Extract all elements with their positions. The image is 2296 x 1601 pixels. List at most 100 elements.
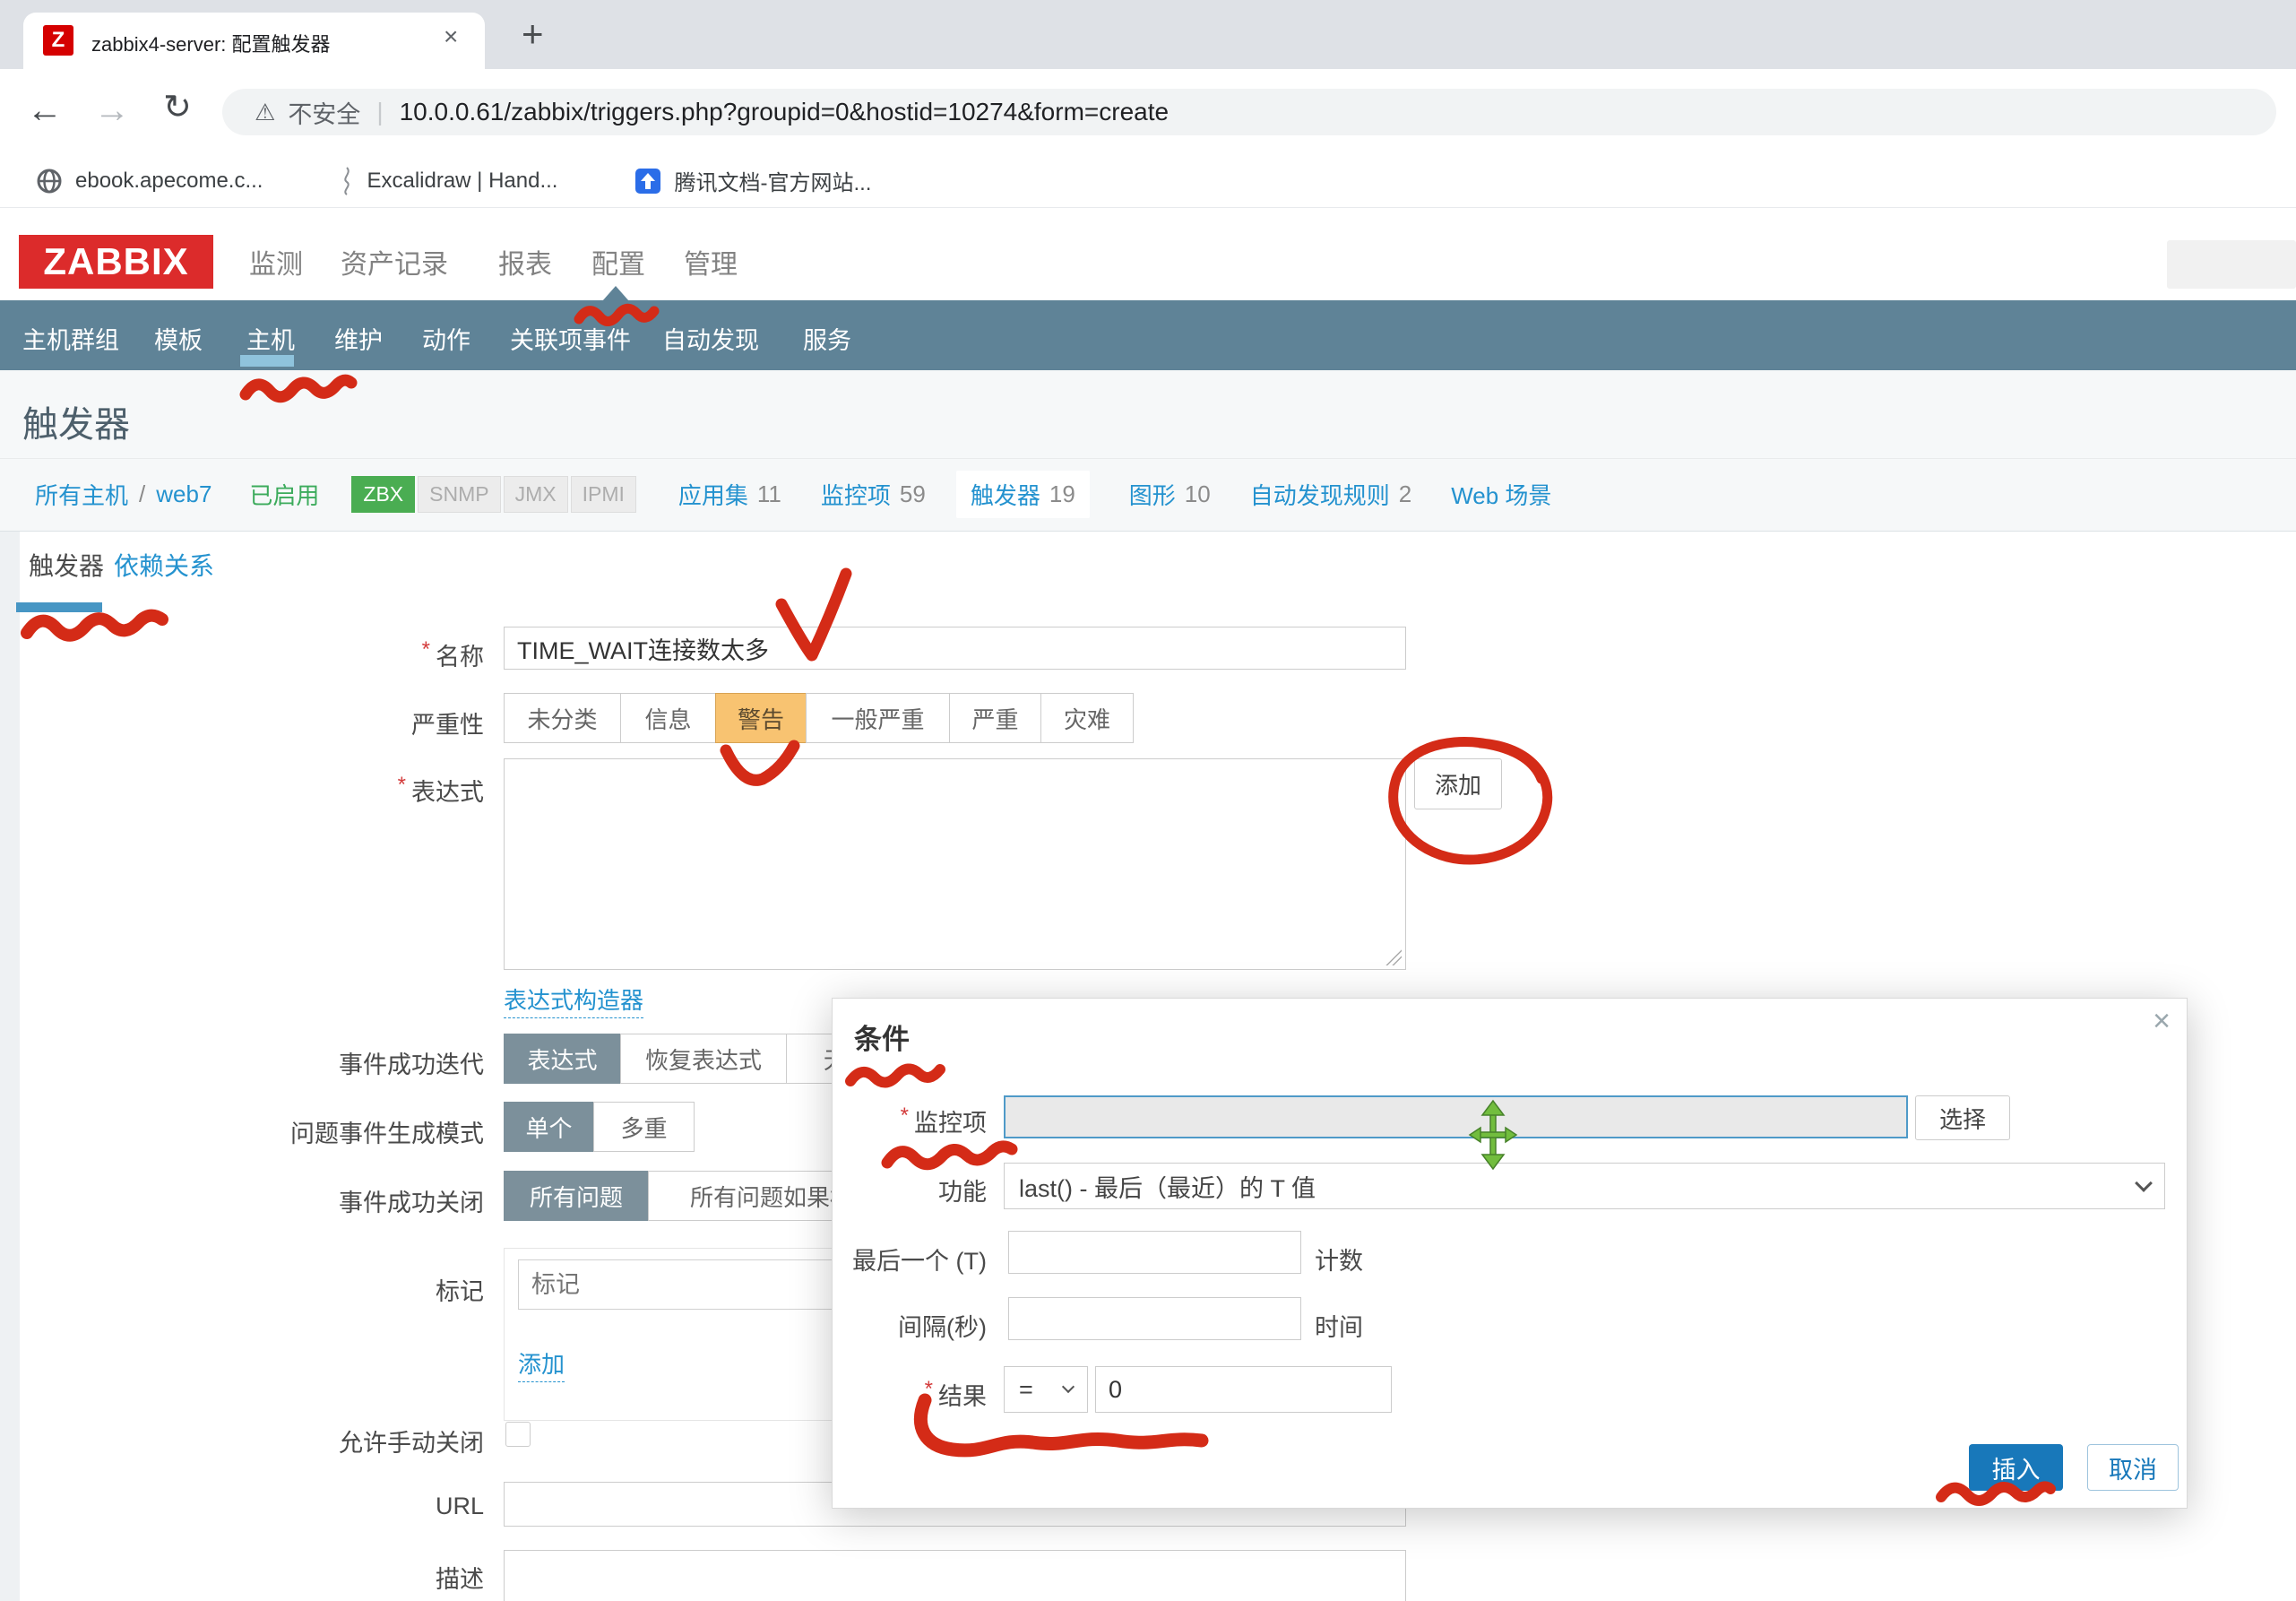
insert-button[interactable]: 插入 — [1969, 1444, 2063, 1491]
problem-mode-label: 问题事件生成模式 — [18, 1114, 484, 1149]
counter-triggers[interactable]: 触发器19 — [956, 471, 1090, 518]
severity-warning[interactable]: 警告 — [715, 693, 807, 743]
function-select[interactable]: last() - 最后（最近）的 T 值 — [1004, 1163, 2165, 1209]
chevron-down-icon — [2135, 1174, 2153, 1192]
left-gutter — [0, 532, 20, 1601]
tag-name-input[interactable] — [518, 1259, 850, 1310]
cancel-button[interactable]: 取消 — [2087, 1444, 2179, 1491]
time-suffix: 时间 — [1315, 1308, 1363, 1343]
subnav-hosts[interactable]: 主机 — [246, 321, 295, 356]
active-tab-underline — [16, 602, 102, 612]
tab-dependencies[interactable]: 依赖关系 — [114, 547, 214, 583]
bookmarks-bar: ebook.apecome.c... Excalidraw | Hand... … — [0, 154, 2296, 208]
url-divider: | — [376, 98, 383, 126]
subnav-discovery[interactable]: 自动发现 — [662, 321, 759, 356]
badge-jmx: JMX — [504, 476, 568, 513]
globe-icon — [36, 168, 63, 195]
result-operator-select[interactable]: = — [1004, 1366, 1088, 1413]
subnav-active-indicator — [240, 355, 294, 367]
excalidraw-icon — [340, 166, 354, 196]
severity-disaster[interactable]: 灾难 — [1040, 693, 1134, 743]
back-icon[interactable]: ← — [27, 92, 63, 128]
problem-mode-group: 单个 多重 — [504, 1102, 695, 1152]
nav-reports[interactable]: 报表 — [498, 235, 552, 289]
severity-high[interactable]: 严重 — [949, 693, 1041, 743]
bookmark-tencent-docs[interactable]: 腾讯文档-官方网站... — [634, 165, 871, 196]
not-secure-label[interactable]: 不安全 — [288, 95, 360, 130]
subnav-host-groups[interactable]: 主机群组 — [22, 321, 119, 356]
nav-monitoring[interactable]: 监测 — [249, 235, 303, 289]
subnav-event-correlation[interactable]: 关联项事件 — [510, 321, 631, 356]
trigger-name-input[interactable] — [504, 627, 1406, 670]
screen: Z zabbix4-server: 配置触发器 × + ← → ↻ ⚠ 不安全 … — [0, 0, 2296, 1601]
nav-inventory[interactable]: 资产记录 — [341, 235, 448, 289]
problem-mode-single[interactable]: 单个 — [504, 1102, 594, 1152]
nav-configuration[interactable]: 配置 — [591, 235, 645, 289]
tencent-docs-icon — [634, 168, 661, 195]
not-secure-warning-icon: ⚠ — [255, 99, 275, 126]
ok-event-expression[interactable]: 表达式 — [504, 1034, 621, 1084]
expression-label: *表达式 — [18, 773, 484, 808]
ok-event-recovery-expression[interactable]: 恢复表达式 — [620, 1034, 787, 1084]
expression-add-button[interactable]: 添加 — [1414, 758, 1502, 809]
header-search-box[interactable] — [2167, 240, 2296, 289]
bookmark-excalidraw[interactable]: Excalidraw | Hand... — [340, 166, 557, 196]
nav-administration[interactable]: 管理 — [684, 235, 738, 289]
severity-information[interactable]: 信息 — [620, 693, 716, 743]
badge-ipmi: IPMI — [571, 476, 636, 513]
manual-close-checkbox[interactable] — [505, 1422, 531, 1447]
zabbix-favicon-icon: Z — [43, 25, 73, 56]
expression-constructor-link[interactable]: 表达式构造器 — [504, 982, 643, 1018]
dialog-close-icon[interactable]: × — [2153, 1004, 2171, 1039]
textarea-resize-handle[interactable] — [1385, 949, 1402, 965]
interval-input[interactable] — [1008, 1297, 1301, 1340]
url-text[interactable]: 10.0.0.61/zabbix/triggers.php?groupid=0&… — [400, 98, 1169, 126]
tags-add-link[interactable]: 添加 — [518, 1346, 565, 1382]
severity-not-classified[interactable]: 未分类 — [504, 693, 621, 743]
tab-title: zabbix4-server: 配置触发器 — [91, 29, 423, 57]
counter-applications[interactable]: 应用集11 — [678, 478, 781, 511]
ok-close-label: 事件成功关闭 — [18, 1183, 484, 1218]
subnav-maintenance[interactable]: 维护 — [334, 321, 383, 356]
tab-trigger[interactable]: 触发器 — [29, 547, 104, 583]
zabbix-logo[interactable]: ZABBIX — [19, 235, 213, 289]
item-select-button[interactable]: 选择 — [1915, 1095, 2010, 1140]
severity-label: 严重性 — [18, 705, 484, 740]
counter-discovery-rules[interactable]: 自动发现规则2 — [1250, 478, 1411, 511]
subnav-templates[interactable]: 模板 — [154, 321, 203, 356]
last-of-label: 最后一个 (T) — [833, 1242, 987, 1276]
result-label: *结果 — [833, 1377, 987, 1412]
description-textarea[interactable] — [504, 1550, 1406, 1601]
address-bar[interactable]: ⚠ 不安全 | 10.0.0.61/zabbix/triggers.php?gr… — [222, 89, 2276, 135]
severity-average[interactable]: 一般严重 — [806, 693, 950, 743]
breadcrumb-host[interactable]: web7 — [156, 480, 211, 508]
reload-icon[interactable]: ↻ — [163, 91, 192, 125]
last-of-input[interactable] — [1008, 1231, 1301, 1274]
dialog-title: 条件 — [854, 1017, 910, 1057]
subnav-services[interactable]: 服务 — [803, 321, 851, 356]
condition-dialog: 条件 × *监控项 选择 功能 last() - 最后（最近）的 T 值 最后一… — [832, 998, 2188, 1509]
ok-close-all-problems[interactable]: 所有问题 — [504, 1171, 649, 1221]
item-input[interactable] — [1004, 1095, 1908, 1138]
problem-mode-multiple[interactable]: 多重 — [593, 1102, 695, 1152]
badge-snmp: SNMP — [418, 476, 500, 513]
result-value-input[interactable] — [1095, 1366, 1392, 1413]
breadcrumb-separator: / — [139, 480, 145, 508]
host-status-enabled[interactable]: 已启用 — [249, 478, 319, 511]
counter-items[interactable]: 监控项59 — [821, 478, 926, 511]
new-tab-button[interactable]: + — [522, 15, 544, 53]
url-label: URL — [18, 1493, 484, 1520]
bookmark-ebook[interactable]: ebook.apecome.c... — [36, 168, 263, 195]
interval-label: 间隔(秒) — [833, 1308, 987, 1343]
function-label: 功能 — [833, 1173, 987, 1207]
counter-graphs[interactable]: 图形10 — [1129, 478, 1211, 511]
counter-web-scenarios[interactable]: Web 场景 — [1451, 478, 1560, 511]
active-nav-notch — [602, 286, 629, 301]
ok-event-label: 事件成功迭代 — [18, 1045, 484, 1080]
manual-close-label: 允许手动关闭 — [18, 1424, 484, 1458]
tab-close-icon[interactable]: × — [444, 24, 458, 49]
forward-icon[interactable]: → — [94, 92, 130, 128]
subnav-actions[interactable]: 动作 — [422, 321, 470, 356]
breadcrumb-all-hosts[interactable]: 所有主机 — [35, 478, 128, 511]
expression-textarea[interactable] — [504, 758, 1406, 970]
